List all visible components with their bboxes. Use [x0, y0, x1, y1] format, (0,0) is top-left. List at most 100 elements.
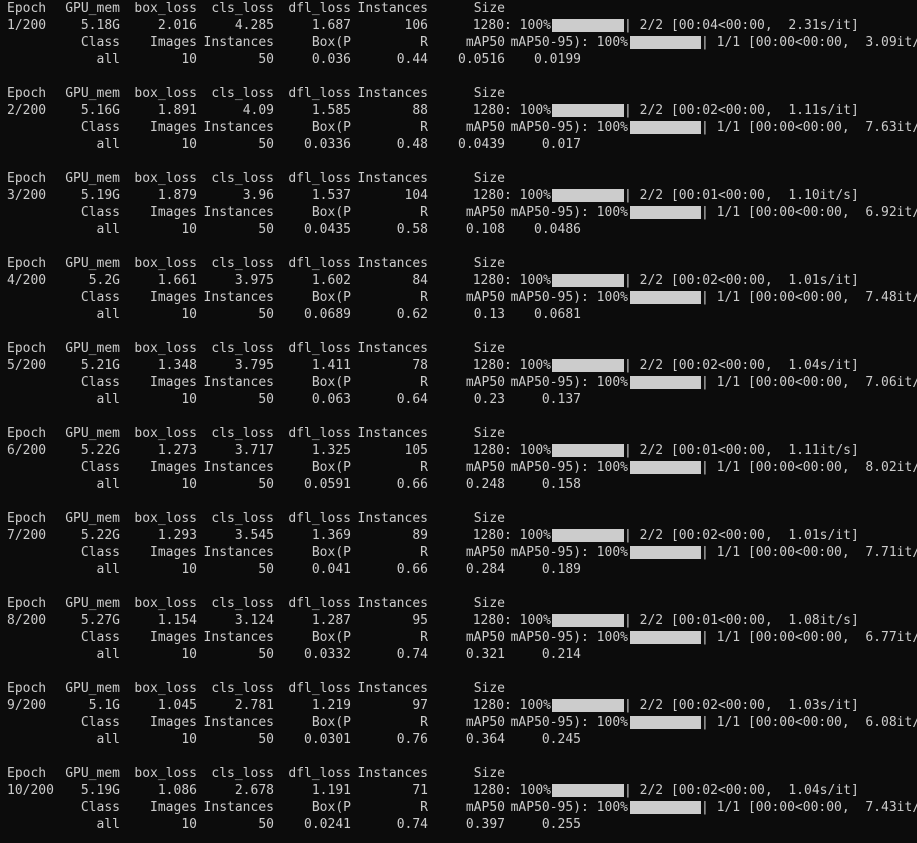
val-instances-value: 50	[258, 52, 274, 67]
box-loss-value: 1.086	[157, 783, 197, 798]
train-progress-prefix: 1280: 100%	[472, 273, 551, 288]
header-dfl-loss: dfl_loss	[288, 681, 351, 696]
val-header-box-p: Box(P	[311, 715, 351, 730]
val-progress-bar	[630, 206, 701, 219]
cls-loss-value: 2.678	[234, 783, 274, 798]
header-gpu-mem: GPU_mem	[65, 681, 120, 696]
box-p-value: 0.0241	[304, 817, 351, 832]
val-header-instances: Instances	[203, 800, 274, 815]
images-value: 10	[181, 307, 197, 322]
val-header-box-p: Box(P	[311, 290, 351, 305]
train-header-row: Epoch GPU_mem box_loss cls_loss dfl_loss Inst…	[0, 680, 917, 697]
val-instances-value: 50	[258, 477, 274, 492]
val-header-map50-95: mAP50-95): 100%	[510, 375, 628, 390]
val-header-map50-95: mAP50-95): 100%	[510, 205, 628, 220]
val-header-map50-95: mAP50-95): 100%	[510, 800, 628, 815]
train-progress-prefix: 1280: 100%	[472, 188, 551, 203]
val-header-row: Class Images Instances Box(P RmAP50 mAP50-95)…	[0, 799, 917, 816]
dfl-loss-value: 1.369	[311, 528, 351, 543]
header-box-loss: box_loss	[134, 171, 197, 186]
images-value: 10	[181, 732, 197, 747]
recall-value: 0.44	[396, 52, 428, 67]
images-value: 10	[181, 392, 197, 407]
val-header-row: Class Images Instances Box(P RmAP50 mAP50-95)…	[0, 629, 917, 646]
gpu-mem-value: 5.21G	[80, 358, 120, 373]
val-header-instances: Instances	[203, 375, 274, 390]
header-gpu-mem: GPU_mem	[65, 596, 120, 611]
recall-value: 0.76	[396, 732, 428, 747]
val-progress-bar-fill	[630, 546, 701, 559]
val-header-map50: mAP50	[465, 205, 505, 220]
val-header-images: Images	[150, 715, 197, 730]
header-instances: Instances	[357, 86, 428, 101]
images-value: 10	[181, 477, 197, 492]
header-box-loss: box_loss	[134, 1, 197, 16]
val-values-row: all 10 50 0.0689 0.62 0.13 0.0681	[0, 306, 917, 323]
val-header-row: Class Images Instances Box(P RmAP50 mAP50-95)…	[0, 204, 917, 221]
val-header-class: Class	[80, 715, 120, 730]
gpu-mem-value: 5.22G	[80, 443, 120, 458]
train-progress-bar	[552, 359, 624, 372]
header-epoch: Epoch	[7, 171, 47, 186]
header-instances: Instances	[357, 426, 428, 441]
header-cls-loss: cls_loss	[211, 341, 274, 356]
header-cls-loss: cls_loss	[211, 681, 274, 696]
val-header-r: R	[420, 715, 428, 730]
val-progress-status: | 1/1 [00:00<00:00, 6.92it/s]	[701, 205, 917, 220]
val-progress-bar	[630, 546, 701, 559]
map50-95-value: 0.214	[541, 647, 581, 662]
val-header-map50-95: mAP50-95): 100%	[510, 630, 628, 645]
header-instances: Instances	[357, 596, 428, 611]
val-progress-bar-fill	[630, 121, 701, 134]
val-class-name: all	[96, 477, 120, 492]
box-loss-value: 2.016	[157, 18, 197, 33]
train-values-row: 7/200 5.22G 1.293 3.545 1.369 89 1280: 100% | 2…	[0, 527, 917, 544]
val-progress-bar	[630, 36, 701, 49]
val-progress-status: | 1/1 [00:00<00:00, 3.09it/s]	[701, 35, 917, 50]
val-header-class: Class	[80, 375, 120, 390]
header-size: Size	[473, 511, 505, 526]
map50-95-value: 0.0486	[534, 222, 581, 237]
header-cls-loss: cls_loss	[211, 171, 274, 186]
header-dfl-loss: dfl_loss	[288, 426, 351, 441]
val-header-instances: Instances	[203, 290, 274, 305]
header-dfl-loss: dfl_loss	[288, 511, 351, 526]
epoch-block: Epoch GPU_mem box_loss cls_loss dfl_loss Inst…	[0, 425, 917, 492]
val-instances-value: 50	[258, 137, 274, 152]
header-dfl-loss: dfl_loss	[288, 1, 351, 16]
epoch-label: 2/200	[7, 103, 47, 118]
train-progress-bar	[552, 19, 624, 32]
val-progress-status: | 1/1 [00:00<00:00, 7.71it/s]	[701, 545, 917, 560]
map50-95-value: 0.137	[541, 392, 581, 407]
header-size: Size	[473, 681, 505, 696]
val-progress-bar-fill	[630, 36, 701, 49]
val-header-instances: Instances	[203, 35, 274, 50]
box-loss-value: 1.293	[157, 528, 197, 543]
dfl-loss-value: 1.687	[311, 18, 351, 33]
header-box-loss: box_loss	[134, 511, 197, 526]
val-values-row: all 10 50 0.0591 0.66 0.248 0.158	[0, 476, 917, 493]
header-gpu-mem: GPU_mem	[65, 171, 120, 186]
epoch-block: Epoch GPU_mem box_loss cls_loss dfl_loss Inst…	[0, 510, 917, 577]
map50-95-value: 0.0199	[534, 52, 581, 67]
instances-value: 84	[412, 273, 428, 288]
val-values-row: all 10 50 0.0241 0.74 0.397 0.255	[0, 816, 917, 833]
header-epoch: Epoch	[7, 596, 47, 611]
box-p-value: 0.0591	[304, 477, 351, 492]
val-header-instances: Instances	[203, 205, 274, 220]
val-header-class: Class	[80, 460, 120, 475]
header-gpu-mem: GPU_mem	[65, 1, 120, 16]
box-p-value: 0.036	[311, 52, 351, 67]
val-values-row: all 10 50 0.063 0.64 0.23 0.137	[0, 391, 917, 408]
val-header-class: Class	[80, 545, 120, 560]
cls-loss-value: 3.975	[234, 273, 274, 288]
val-instances-value: 50	[258, 392, 274, 407]
val-header-class: Class	[80, 120, 120, 135]
epoch-block: Epoch GPU_mem box_loss cls_loss dfl_loss Inst…	[0, 0, 917, 67]
header-gpu-mem: GPU_mem	[65, 86, 120, 101]
val-header-images: Images	[150, 290, 197, 305]
header-dfl-loss: dfl_loss	[288, 596, 351, 611]
map50-value: 0.397	[465, 817, 505, 832]
map50-value: 0.23	[473, 392, 505, 407]
instances-value: 106	[404, 18, 428, 33]
